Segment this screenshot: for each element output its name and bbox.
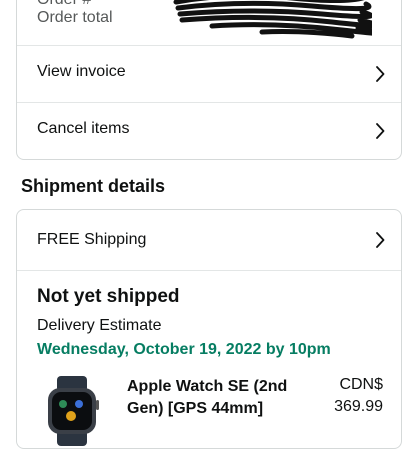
chevron-right-icon: [376, 123, 385, 139]
divider: [17, 270, 401, 271]
order-total-label: Order total: [37, 9, 113, 26]
product-thumbnail[interactable]: [43, 376, 101, 446]
shipping-method-row[interactable]: FREE Shipping: [17, 210, 401, 270]
shipment-card: FREE Shipping Not yet shipped Delivery E…: [16, 209, 402, 449]
cancel-items-label: Cancel items: [37, 120, 130, 137]
chevron-right-icon: [376, 66, 385, 82]
delivery-estimate-label: Delivery Estimate: [37, 317, 162, 334]
section-title: Shipment details: [21, 176, 166, 196]
chevron-right-icon: [376, 232, 385, 248]
view-invoice-label: View invoice: [37, 63, 126, 80]
shipping-method-label: FREE Shipping: [37, 231, 147, 248]
view-invoice-row[interactable]: View invoice: [17, 46, 401, 102]
order-number-label: Order #: [37, 0, 91, 9]
shipment-status: Not yet shipped: [37, 286, 180, 307]
product-name-link[interactable]: Apple Watch SE (2nd Gen) [GPS 44mm]: [127, 376, 307, 420]
redaction-scribble: [173, 0, 372, 39]
price-value: 369.99: [334, 398, 383, 415]
price-currency: CDN$: [339, 376, 383, 393]
delivery-estimate-date: Wednesday, October 19, 2022 by 10pm: [37, 341, 331, 358]
cancel-items-row[interactable]: Cancel items: [17, 103, 401, 159]
